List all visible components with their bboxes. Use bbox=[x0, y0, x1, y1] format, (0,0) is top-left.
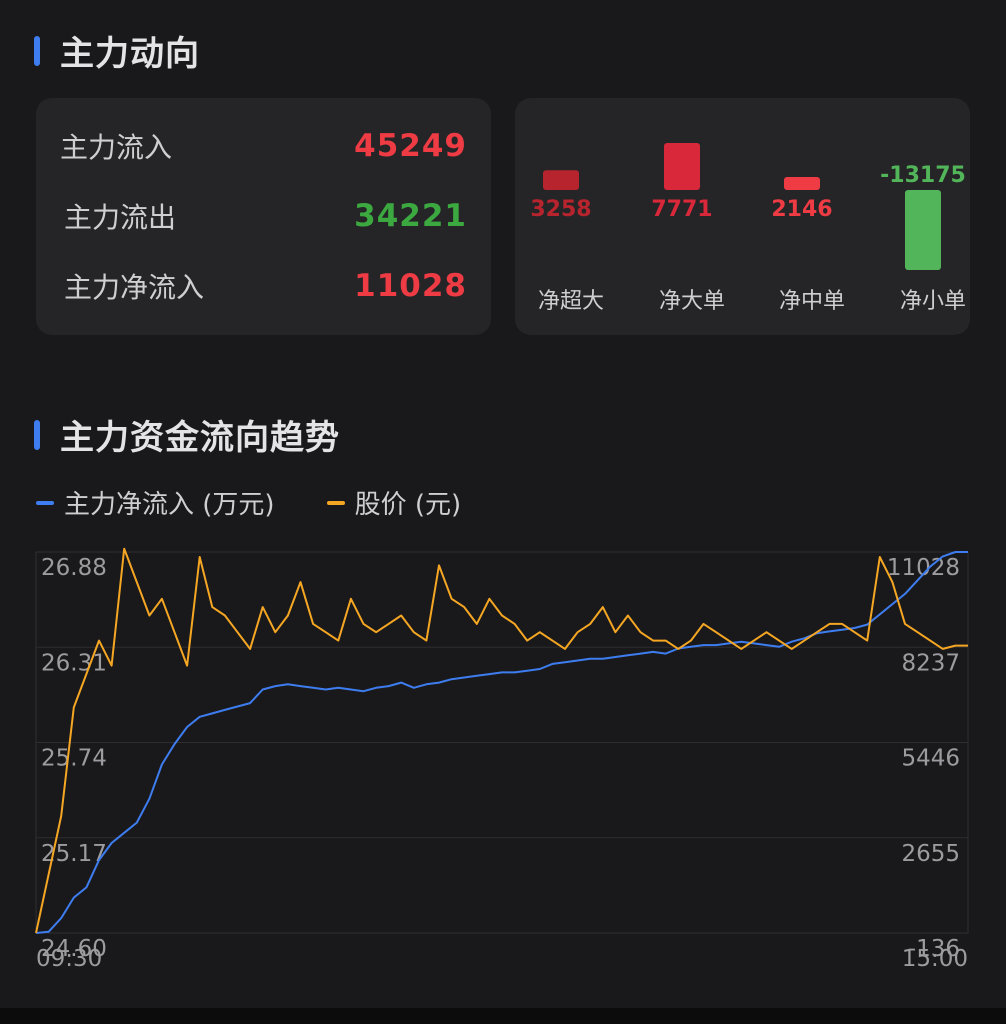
flow-value: 11028 bbox=[354, 268, 467, 304]
net-bar-2 bbox=[784, 177, 820, 190]
flow-value: 34221 bbox=[354, 198, 467, 234]
capital-flow-card: 主力流入 45249 主力流出 34221 主力净流入 11028 bbox=[36, 98, 491, 335]
section-title-capital-trend: 主力动向 bbox=[34, 26, 200, 75]
legend-item-net-inflow: 主力净流入 (万元) bbox=[36, 484, 275, 521]
legend-item-price: 股价 (元) bbox=[326, 484, 462, 521]
left-axis-tick: 26.88 bbox=[41, 555, 107, 581]
right-axis-tick: 11028 bbox=[887, 555, 960, 581]
net-bar-value: 3258 bbox=[530, 197, 591, 222]
left-axis-tick: 26.31 bbox=[41, 650, 107, 676]
net-bar-category: 净中单 bbox=[779, 289, 845, 314]
net-bar-0 bbox=[543, 170, 579, 190]
net-bar-value: -13175 bbox=[880, 163, 966, 188]
bottom-bar bbox=[0, 1008, 1006, 1024]
legend-swatch bbox=[326, 500, 345, 505]
net-order-card: 3258 净超大 7771 净大单 2146 净中单 -13175 净小单 bbox=[515, 98, 970, 335]
right-axis-tick: 8237 bbox=[901, 650, 960, 676]
x-axis-end-label: 15:00 bbox=[902, 946, 968, 972]
title-accent-bar bbox=[34, 419, 40, 450]
flow-label: 主力净流入 bbox=[64, 271, 205, 304]
net-bar-category: 净大单 bbox=[659, 289, 725, 314]
right-axis-tick: 2655 bbox=[901, 841, 960, 867]
flow-row-inflow: 主力流入 45249 bbox=[36, 126, 491, 166]
x-axis-start-label: 09:30 bbox=[36, 946, 102, 972]
legend-label: 主力净流入 (万元) bbox=[64, 490, 275, 520]
right-axis-tick: 5446 bbox=[901, 746, 960, 772]
main-capital-page: 主力动向 主力流入 45249 主力流出 34221 主力净流入 11028 3… bbox=[0, 0, 1006, 1024]
flow-label: 主力流出 bbox=[64, 201, 177, 234]
net-bar-value: 2146 bbox=[771, 197, 832, 222]
net-bar-3 bbox=[905, 190, 941, 270]
left-axis-tick: 25.74 bbox=[41, 746, 107, 772]
section-title-text: 主力资金流向趋势 bbox=[60, 418, 340, 458]
net-bar-category: 净小单 bbox=[900, 289, 966, 314]
net-bar-1 bbox=[664, 143, 700, 190]
legend-swatch bbox=[36, 500, 54, 505]
section-title-text: 主力动向 bbox=[60, 34, 200, 74]
flow-value: 45249 bbox=[354, 128, 467, 164]
chart-legend: 主力净流入 (万元) 股价 (元) bbox=[36, 484, 513, 521]
flow-label: 主力流入 bbox=[60, 131, 173, 164]
net-order-bar-chart: 3258 净超大 7771 净大单 2146 净中单 -13175 净小单 bbox=[530, 143, 966, 314]
section-title-capital-flow-trend: 主力资金流向趋势 bbox=[34, 410, 340, 459]
flow-row-net-inflow: 主力净流入 11028 bbox=[36, 266, 491, 306]
title-accent-bar bbox=[34, 35, 40, 66]
legend-label: 股价 (元) bbox=[354, 490, 462, 520]
flow-row-outflow: 主力流出 34221 bbox=[36, 196, 491, 236]
net-bar-value: 7771 bbox=[651, 197, 712, 222]
capital-flow-trend-chart: 26.8826.3125.7425.1724.60110288237544626… bbox=[35, 547, 969, 972]
net-bar-category: 净超大 bbox=[538, 289, 604, 314]
